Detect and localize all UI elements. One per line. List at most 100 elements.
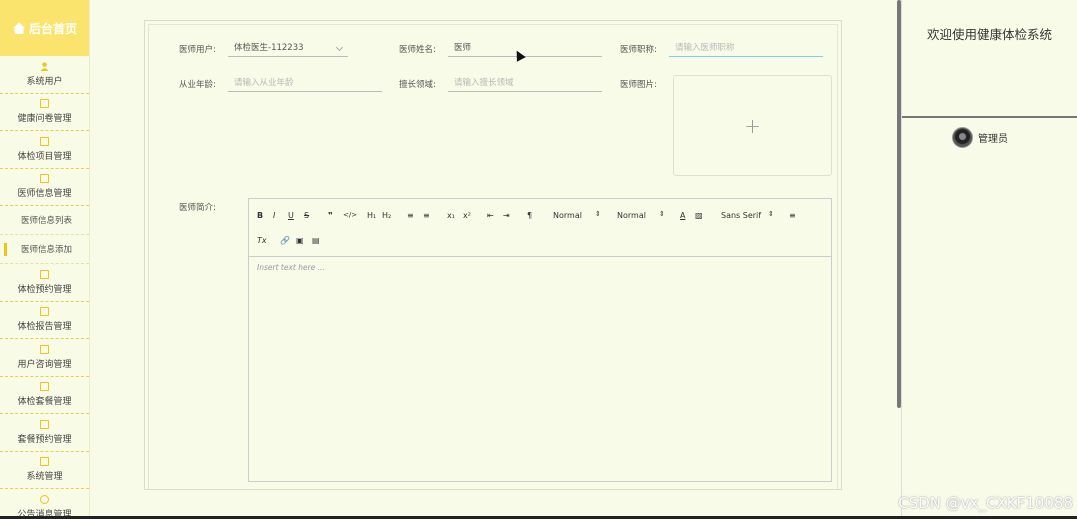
text-color-button[interactable]: A xyxy=(680,211,685,220)
sidebar-item-consultations[interactable]: 用户咨询管理 xyxy=(0,339,89,377)
align-button[interactable]: ≡ xyxy=(789,211,796,220)
doctor-user-label: 医师用户: xyxy=(179,45,216,55)
sidebar-item-reports[interactable]: 体检报告管理 xyxy=(0,302,89,339)
sidebar-item-label: 用户咨询管理 xyxy=(17,359,72,370)
right-divider xyxy=(902,116,1077,118)
font-select[interactable]: Sans Serif xyxy=(721,211,761,220)
sidebar-item-label: 系统用户 xyxy=(26,76,63,87)
editor-toolbar: B I U S ❞ </> H₁ H₂ ≡ ≡ x₁ x² ⇤ ⇥ ¶ Norm… xyxy=(249,199,831,257)
doctor-user-value: 体检医生-112233 xyxy=(234,43,304,53)
edit-icon xyxy=(40,136,49,146)
years-label: 从业年龄: xyxy=(179,80,216,90)
doctor-name-label: 医师姓名: xyxy=(399,45,436,55)
specialty-placeholder: 请输入擅长领域 xyxy=(454,78,514,88)
home-icon xyxy=(12,22,25,34)
header-select[interactable]: Normal xyxy=(617,211,646,220)
user-name: 管理员 xyxy=(978,134,1008,145)
link-button[interactable]: 🔗 xyxy=(280,236,290,245)
superscript-button[interactable]: x² xyxy=(463,211,471,220)
doctor-title-input[interactable]: 请输入医师职称 xyxy=(669,40,823,57)
sidebar-subitem-label: 医师信息添加 xyxy=(21,245,73,255)
outdent-button[interactable]: ⇤ xyxy=(487,211,494,220)
settings-icon xyxy=(40,457,49,467)
rich-text-editor[interactable]: B I U S ❞ </> H₁ H₂ ≡ ≡ x₁ x² ⇤ ⇥ ¶ Norm… xyxy=(248,198,832,482)
editor-placeholder: Insert text here ... xyxy=(257,263,325,272)
subscript-button[interactable]: x₁ xyxy=(447,211,455,220)
sidebar-item-system[interactable]: 系统管理 xyxy=(0,452,89,489)
sidebar-subitem-doctor-add[interactable]: 医师信息添加 xyxy=(0,235,89,264)
sidebar-item-label: 医师信息管理 xyxy=(17,189,72,200)
specialty-input[interactable]: 请输入擅长领域 xyxy=(448,75,602,92)
plus-icon: + xyxy=(744,113,761,138)
doctor-form-panel: 医师用户: 体检医生-112233 医师姓名: 医师 医师职称: 请输入医师职称… xyxy=(144,20,842,490)
edit-icon xyxy=(40,344,49,354)
font-dropdown-icon: ⇕ xyxy=(768,210,774,218)
blockquote-button[interactable]: ❞ xyxy=(328,211,333,220)
sidebar-item-label: 套餐预约管理 xyxy=(17,434,72,445)
doctor-name-value: 医师 xyxy=(454,43,472,53)
intro-label: 医师简介: xyxy=(179,203,216,213)
specialty-label: 擅长领域: xyxy=(399,80,436,90)
h1-button[interactable]: H₁ xyxy=(367,211,376,220)
sidebar-item-doctor-info[interactable]: 医师信息管理 xyxy=(0,169,89,206)
edit-icon xyxy=(40,99,49,109)
header-dropdown-icon: ⇕ xyxy=(659,210,665,218)
watermark: CSDN @vx_CXKF10088 xyxy=(898,494,1073,512)
strike-button[interactable]: S xyxy=(304,211,309,220)
chevron-down-icon xyxy=(335,43,344,52)
editor-content[interactable]: Insert text here ... xyxy=(249,257,831,278)
doctor-user-select[interactable]: 体检医生-112233 xyxy=(228,40,348,57)
sidebar-item-label: 体检预约管理 xyxy=(17,284,72,295)
video-button[interactable]: ▤ xyxy=(312,236,320,245)
sidebar-subitem-doctor-list[interactable]: 医师信息列表 xyxy=(0,206,89,235)
user-menu[interactable]: 管理员 xyxy=(952,127,1008,148)
edit-icon xyxy=(40,382,49,392)
doctor-title-label: 医师职称: xyxy=(620,45,657,55)
code-block-button[interactable]: </> xyxy=(343,211,357,219)
sidebar-title: 后台首页 xyxy=(28,21,77,36)
photo-upload[interactable]: + xyxy=(673,75,832,176)
doctor-title-placeholder: 请输入医师职称 xyxy=(675,43,735,53)
sidebar-subitem-label: 医师信息列表 xyxy=(21,216,73,226)
edit-icon xyxy=(40,269,49,279)
sidebar-item-label: 体检套餐管理 xyxy=(17,397,72,408)
bullet-list-button[interactable]: ≡ xyxy=(423,211,430,220)
sidebar-item-label: 系统管理 xyxy=(26,472,63,483)
info-icon xyxy=(40,494,49,504)
sidebar-home[interactable]: 后台首页 xyxy=(0,0,89,56)
edit-icon xyxy=(40,307,49,317)
years-placeholder: 请输入从业年龄 xyxy=(234,78,294,88)
photo-label: 医师图片: xyxy=(620,80,657,90)
sidebar-item-label: 健康问卷管理 xyxy=(17,114,72,125)
sidebar-item-appointments[interactable]: 体检预约管理 xyxy=(0,264,89,302)
ordered-list-button[interactable]: ≡ xyxy=(407,211,414,220)
h2-button[interactable]: H₂ xyxy=(382,211,391,220)
years-input[interactable]: 请输入从业年龄 xyxy=(228,75,382,92)
right-panel: 欢迎使用健康体检系统 管理员 xyxy=(901,0,1077,519)
sidebar-item-label: 体检报告管理 xyxy=(17,322,72,333)
bold-button[interactable]: B xyxy=(257,211,263,220)
size-dropdown-icon: ⇕ xyxy=(595,210,601,218)
doctor-name-input[interactable]: 医师 xyxy=(448,40,602,57)
sidebar: 后台首页 系统用户 健康问卷管理 体检项目管理 医师信息管理 医师信息列表 医师… xyxy=(0,0,90,519)
sidebar-item-exam-items[interactable]: 体检项目管理 xyxy=(0,131,89,169)
sidebar-item-label: 体检项目管理 xyxy=(17,151,72,162)
clean-format-button[interactable]: Tx xyxy=(257,236,267,245)
form-inner: 医师用户: 体检医生-112233 医师姓名: 医师 医师职称: 请输入医师职称… xyxy=(148,24,838,489)
sidebar-item-notices[interactable]: 公告消息管理 xyxy=(0,489,89,519)
underline-button[interactable]: U xyxy=(288,211,294,220)
sidebar-item-system-users[interactable]: 系统用户 xyxy=(0,56,89,94)
sidebar-item-package-booking[interactable]: 套餐预约管理 xyxy=(0,414,89,452)
sidebar-item-questionnaire[interactable]: 健康问卷管理 xyxy=(0,94,89,131)
italic-button[interactable]: I xyxy=(273,211,275,220)
background-color-button[interactable]: ▨ xyxy=(695,211,703,220)
edit-icon xyxy=(40,174,49,184)
welcome-text: 欢迎使用健康体检系统 xyxy=(926,27,1052,42)
person-icon xyxy=(40,62,49,71)
text-direction-button[interactable]: ¶ xyxy=(527,211,532,220)
indent-button[interactable]: ⇥ xyxy=(503,211,510,220)
size-select[interactable]: Normal xyxy=(553,211,582,220)
sidebar-item-packages[interactable]: 体检套餐管理 xyxy=(0,377,89,414)
avatar xyxy=(952,127,973,148)
image-button[interactable]: ▣ xyxy=(296,236,304,245)
